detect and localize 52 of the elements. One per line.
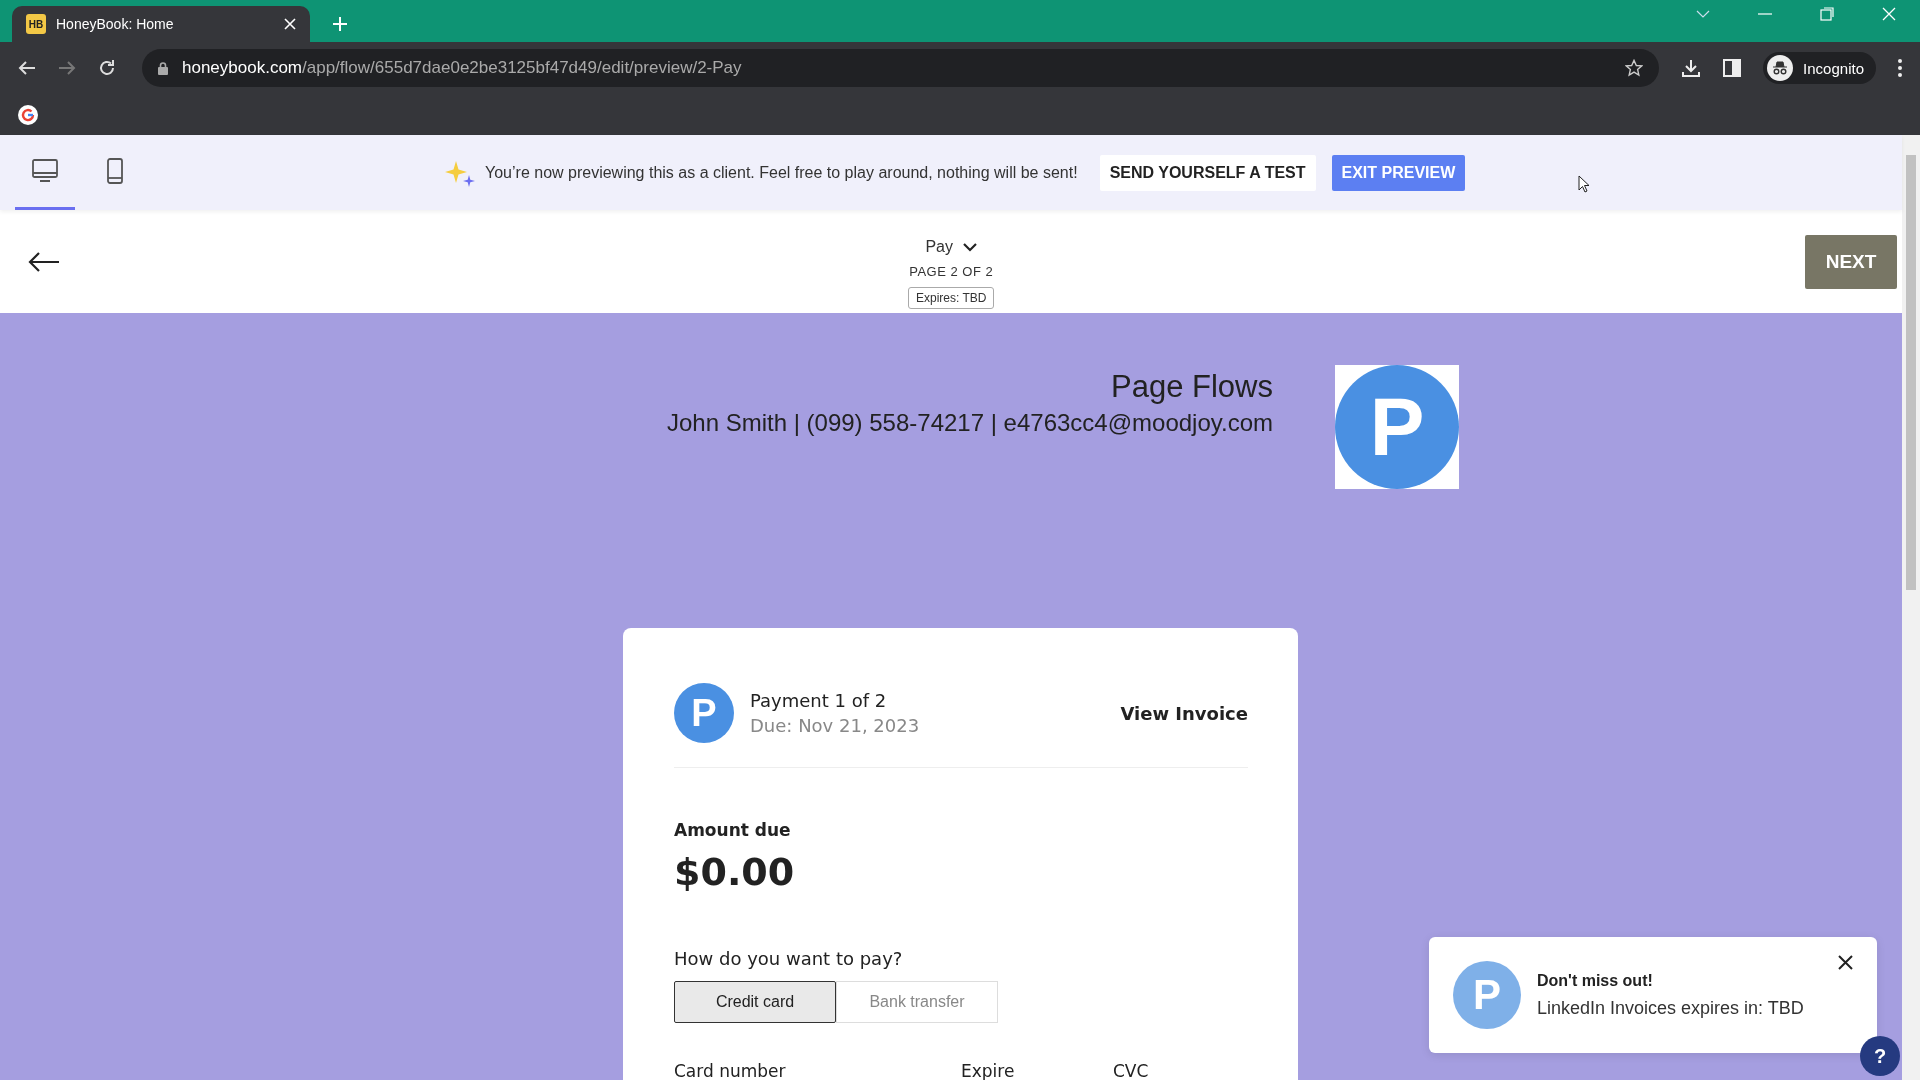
star-icon[interactable] (1625, 59, 1644, 77)
payment-title: Payment 1 of 2 (750, 690, 888, 711)
new-tab-icon[interactable] (332, 16, 348, 32)
back-arrow-icon[interactable] (28, 250, 60, 273)
contact-info: John Smith | (099) 558-74217 | e4763cc4@moodjoy.com (666, 409, 1273, 437)
payment-method-option[interactable]: Credit card (674, 981, 836, 1023)
restore-icon[interactable] (1820, 6, 1834, 21)
payment-method-option[interactable]: Bank transfer (836, 981, 998, 1023)
company-avatar: P (1453, 961, 1521, 1029)
expires-badge: Expires: TBD (908, 287, 995, 309)
incognito-profile-button[interactable]: Incognito (1763, 52, 1876, 84)
next-button[interactable]: NEXT (1805, 234, 1897, 289)
field-label: Card number (674, 1061, 787, 1080)
url-text: honeybook.com/app/flow/655d7dae0e2be3125bf47d49/edit/preview/2-Pay (182, 58, 742, 78)
amount-value: $0.00 (674, 850, 795, 894)
view-invoice-link[interactable]: View Invoice (1120, 702, 1248, 724)
due-date: Due: Nov 21, 2023 (750, 715, 921, 736)
help-button[interactable]: ? (1860, 1036, 1900, 1076)
cursor-icon (1578, 175, 1590, 193)
monitor-icon (32, 159, 58, 183)
site-favicon: HB (26, 14, 46, 34)
toast-title: Don't miss out! (1537, 971, 1654, 990)
company-logo: P (1335, 365, 1459, 489)
send-test-button[interactable]: SEND YOURSELF A TEST (1099, 154, 1316, 191)
preview-message: You’re now previewing this as a client. Feel free to play around, nothing will be sent! (485, 163, 1078, 182)
exit-preview-button[interactable]: EXIT PREVIEW (1331, 154, 1466, 191)
toast-message: LinkedIn Invoices expires in: TBD (1537, 997, 1805, 1019)
incognito-icon (1767, 55, 1794, 81)
side-panel-icon[interactable] (1723, 59, 1742, 77)
browser-tab[interactable]: HB HoneyBook: Home (12, 6, 310, 42)
menu-icon[interactable] (1898, 59, 1902, 77)
amount-label: Amount due (674, 820, 791, 840)
address-bar[interactable]: honeybook.com/app/flow/655d7dae0e2be3125bf47d49/edit/preview/2-Pay (142, 49, 1660, 87)
google-icon[interactable] (18, 104, 38, 125)
download-icon[interactable] (1681, 58, 1702, 78)
phone-icon (107, 158, 123, 184)
company-avatar: P (674, 683, 734, 743)
forward-icon[interactable] (58, 60, 76, 76)
reload-icon[interactable] (98, 59, 116, 77)
field-label: Expire (961, 1061, 1016, 1080)
field-label: CVC (1113, 1061, 1149, 1080)
payment-question: How do you want to pay? (674, 948, 903, 969)
chevron-down-icon[interactable] (1696, 9, 1710, 18)
close-icon[interactable] (1838, 955, 1853, 970)
page-count: PAGE 2 OF 2 (909, 264, 994, 279)
chevron-down-icon (963, 242, 977, 252)
company-name: Page Flows (1111, 369, 1273, 405)
tab-title: HoneyBook: Home (56, 16, 175, 32)
lock-icon (158, 61, 168, 75)
back-icon[interactable] (18, 60, 36, 76)
page-selector[interactable]: Pay (925, 238, 977, 256)
scrollbar[interactable] (1902, 135, 1920, 1080)
